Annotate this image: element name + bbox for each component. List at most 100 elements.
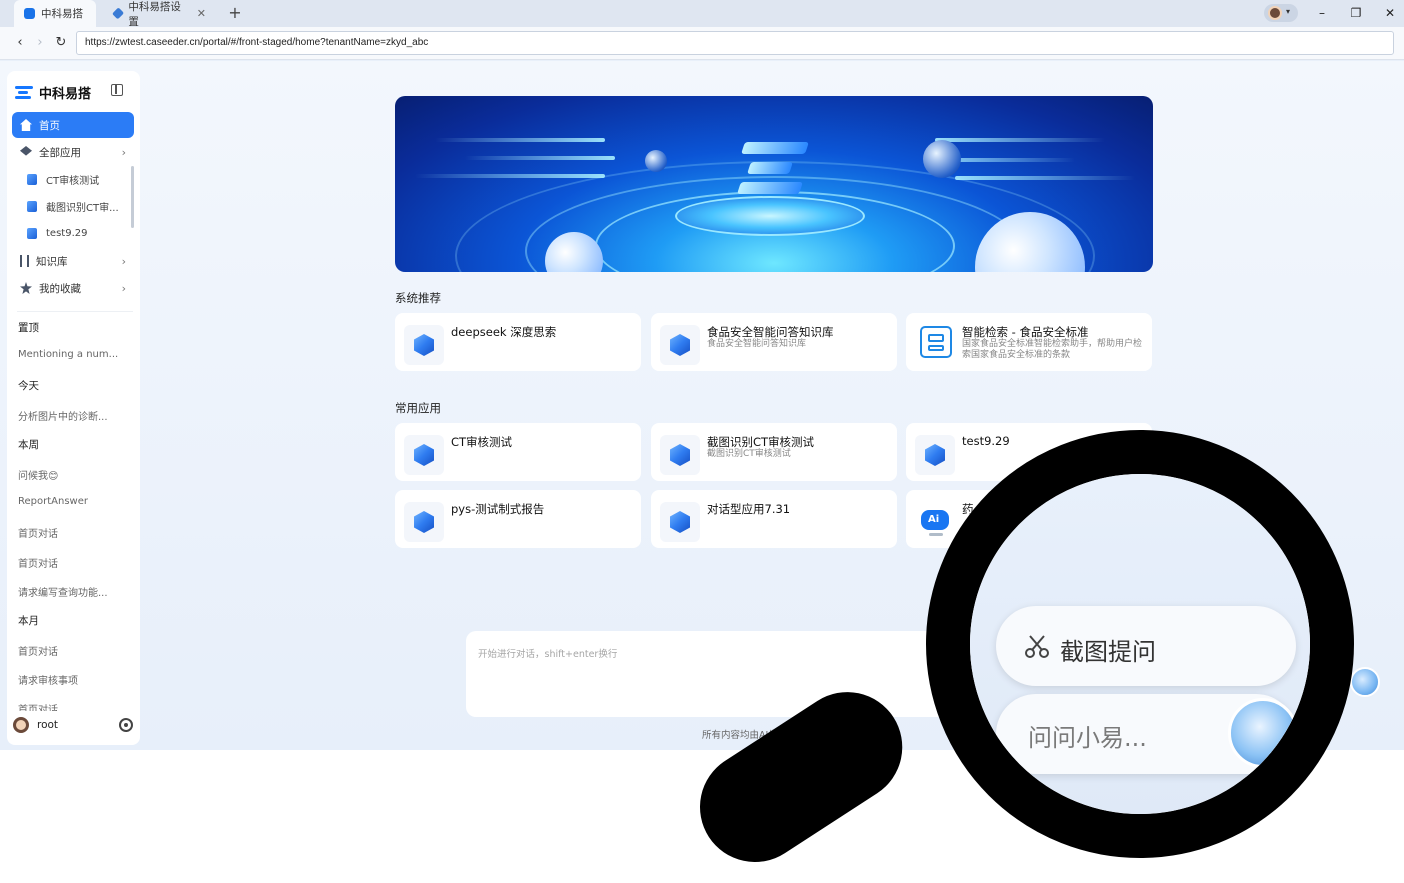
card-title: 截图识别CT审核测试 [707,435,815,449]
history-item[interactable]: 请求审核事项 [18,672,128,687]
history-item[interactable]: 分析图片中的诊断... [18,408,128,423]
card-title: 智能检索 - 食品安全标准 [962,325,1089,339]
app-card[interactable]: pys-测试制式报告 [395,490,641,548]
screenshot-ask-button[interactable]: 截图提问 [996,606,1296,686]
sidebar-item-home[interactable]: 首页 [12,112,134,138]
cube-icon [27,200,37,212]
banner-platform [675,196,865,236]
sidebar-item-knowledge[interactable]: 知识库 › [12,248,134,274]
history-group-this-week: 本周 [18,439,39,451]
app-item[interactable]: 截图识别CT审... [27,195,127,217]
layers-icon [20,146,32,156]
sidebar-item-label: 首页 [39,119,60,132]
app-item-label: test9.29 [46,227,88,239]
books-icon [20,255,29,267]
light-streak [415,174,605,178]
screenshot-ask-label: 截图提问 [1060,638,1156,666]
user-profile[interactable]: root [13,717,58,733]
sidebar-scrollbar[interactable] [131,166,134,228]
cube-icon [660,435,700,475]
sidebar-item-all-apps[interactable]: 全部应用 › [12,139,134,165]
brand-name: 中科易搭 [39,87,92,102]
username: root [37,719,59,731]
card-title: 食品安全智能问答知识库 [707,325,834,339]
chevron-right-icon: › [121,145,126,159]
magnifier-lens: 截图提问 问问小易... [926,430,1354,858]
forward-icon[interactable]: › [32,35,48,51]
settings-icon[interactable] [119,718,133,732]
history-item[interactable]: Mentioning a num... [18,349,128,360]
card-title: CT审核测试 [451,435,513,449]
history-item[interactable]: 首页对话 [18,643,128,658]
collapse-sidebar-icon[interactable] [111,84,123,96]
sidebar-item-label: 全部应用 [39,146,81,159]
app-item-label: CT审核测试 [46,175,100,187]
cube-icon [27,173,37,185]
history-item[interactable]: 首页对话 [18,525,128,540]
avatar [1268,6,1282,20]
app-card[interactable]: 对话型应用7.31 [651,490,897,548]
app-card[interactable]: deepseek 深度思索 [395,313,641,371]
app-card[interactable]: 智能检索 - 食品安全标准 国家食品安全标准智能检索助手，帮助用户检索国家食品安… [906,313,1152,371]
light-streak [465,156,615,160]
app-card[interactable]: 食品安全智能问答知识库 食品安全智能问答知识库 [651,313,897,371]
section-title-common: 常用应用 [395,401,441,415]
new-tab-button[interactable]: + [226,3,244,23]
history-group-pinned: 置顶 [18,322,39,334]
close-tab-icon[interactable]: ✕ [197,7,206,20]
sidebar-item-favorites[interactable]: 我的收藏 › [12,275,134,301]
tab-zkyd[interactable]: 中科易搭 [14,0,96,27]
app-item[interactable]: CT审核测试 [27,168,127,190]
card-description: 截图识别CT审核测试 [707,449,791,459]
history-item[interactable]: ReportAnswer [18,496,128,507]
scissors-icon [1025,635,1049,658]
divider [17,311,133,312]
light-streak [435,138,605,142]
card-title: 对话型应用7.31 [707,502,791,516]
app-card[interactable]: 截图识别CT审核测试 截图识别CT审核测试 [651,423,897,481]
tab-label: 中科易搭设置 [128,0,181,28]
chevron-right-icon: › [121,254,126,268]
avatar [13,717,29,733]
chat-placeholder: 开始进行对话，shift+enter换行 [478,649,618,660]
card-description: 国家食品安全标准智能检索助手，帮助用户检索国家食品安全标准的条款 [962,339,1143,360]
document-icon [920,326,952,358]
title-bar: 中科易搭 中科易搭设置 ✕ + ▾ – ❐ ✕ [0,0,1404,28]
chevron-down-icon: ▾ [1286,7,1291,16]
tab-label: 中科易搭 [41,8,83,20]
history-item[interactable]: 首页对话 [18,555,128,570]
reload-icon[interactable]: ↻ [53,35,69,51]
app-item-label: 截图识别CT审... [46,202,119,214]
ask-xiaoyi-label: 问问小易... [1028,724,1147,752]
profile-button[interactable]: ▾ [1264,4,1298,22]
settings-favicon-icon [112,7,125,20]
restore-button[interactable]: ❐ [1347,4,1365,22]
cube-icon [660,502,700,542]
tab-settings[interactable]: 中科易搭设置 ✕ [104,0,216,28]
app-favicon-icon [24,8,35,19]
card-title: deepseek 深度思索 [451,325,557,339]
history-group-this-month: 本月 [18,615,39,627]
history-item[interactable]: 问候我😊 [18,467,128,482]
light-streak [935,138,1105,142]
app-card[interactable]: CT审核测试 [395,423,641,481]
history-item[interactable]: 首页对话 [18,701,128,711]
app-item[interactable]: test9.29 [27,222,127,244]
close-window-button[interactable]: ✕ [1381,4,1399,22]
card-title: pys-测试制式报告 [451,502,545,516]
hero-banner [395,96,1153,272]
cube-icon [27,227,37,239]
assistant-avatar-icon[interactable] [1350,667,1380,697]
cube-icon [404,435,444,475]
back-icon[interactable]: ‹ [12,35,28,51]
brand: 中科易搭 [15,83,91,102]
cube-icon [660,325,700,365]
ask-xiaoyi-button[interactable]: 问问小易... [996,694,1298,774]
home-icon [20,119,32,131]
minimize-button[interactable]: – [1313,4,1331,22]
history-group-today: 今天 [18,380,39,392]
sidebar-item-label: 知识库 [36,255,68,268]
history-item[interactable]: 请求编写查询功能... [18,584,128,599]
model-bubble-icon [923,140,961,178]
address-bar[interactable]: https://zwtest.caseeder.cn/portal/#/fron… [76,31,1394,55]
